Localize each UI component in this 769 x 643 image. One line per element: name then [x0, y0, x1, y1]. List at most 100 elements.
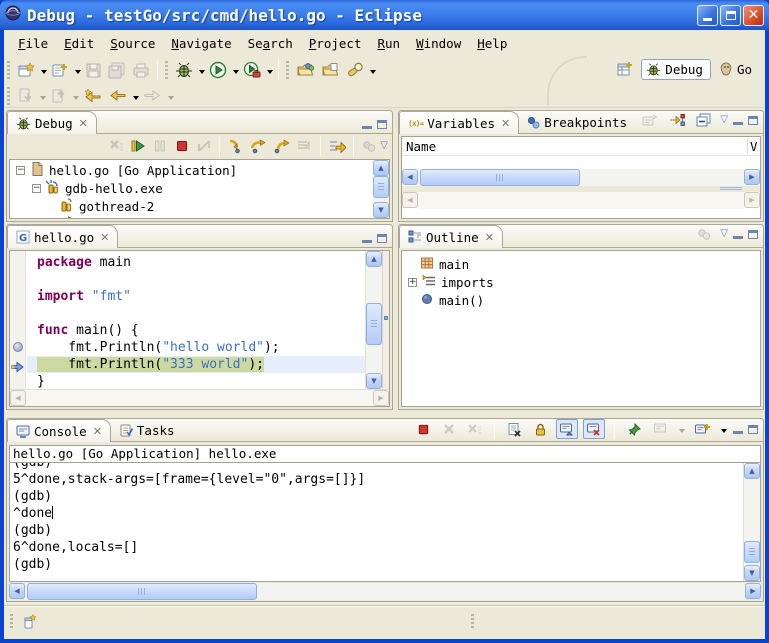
search-dropdown[interactable] — [370, 70, 376, 77]
menu-search[interactable]: Search — [240, 33, 301, 54]
use-step-filters-button[interactable] — [325, 135, 349, 157]
fast-view-button[interactable] — [19, 610, 41, 632]
code-line[interactable]: package main — [27, 254, 365, 271]
show-stderr-button[interactable] — [583, 419, 605, 439]
forward-button[interactable] — [140, 85, 165, 107]
maximize-view-icon[interactable] — [377, 120, 387, 129]
back-dropdown[interactable] — [133, 96, 139, 103]
maximize-view-icon[interactable] — [377, 234, 387, 243]
tree-expander-icon[interactable]: − — [32, 184, 41, 193]
remove-all-terminated-button[interactable] — [464, 419, 485, 439]
editor-gutter[interactable] — [10, 251, 26, 389]
scroll-left-icon[interactable]: ◀ — [9, 583, 25, 599]
last-edit-location-button[interactable] — [80, 85, 105, 107]
maximize-view-icon[interactable] — [748, 230, 758, 239]
column-value[interactable]: V — [747, 139, 760, 154]
close-tab-icon[interactable]: ✕ — [79, 117, 88, 130]
outline-item[interactable]: +imports — [402, 273, 760, 291]
menu-window[interactable]: Window — [408, 33, 469, 54]
scroll-thumb[interactable] — [27, 583, 257, 600]
tab-tasks[interactable]: Tasks — [111, 419, 183, 441]
menu-run[interactable]: Run — [369, 33, 408, 54]
next-annotation-dropdown[interactable] — [40, 96, 46, 103]
remove-all-terminated-button[interactable] — [105, 135, 127, 157]
close-tab-icon[interactable]: ✕ — [485, 231, 494, 244]
minimize-view-icon[interactable] — [733, 236, 743, 239]
outline-filters-button[interactable] — [693, 225, 715, 243]
menu-navigate[interactable]: Navigate — [163, 33, 239, 54]
tab-hello-go[interactable]: G hello.go ✕ — [7, 225, 118, 248]
new-element-dropdown[interactable] — [75, 70, 81, 77]
tree-expander-icon[interactable]: − — [16, 166, 25, 175]
menu-help[interactable]: Help — [469, 33, 515, 54]
console-line[interactable]: 6^done,locals=[] — [13, 539, 740, 556]
run-button[interactable] — [206, 59, 230, 81]
save-button[interactable] — [82, 59, 105, 81]
perspective-tab-go[interactable]: Go — [715, 60, 759, 79]
pin-console-button[interactable] — [624, 419, 645, 439]
toolbar-drag-handle[interactable] — [7, 61, 10, 79]
open-perspective-button[interactable] — [613, 58, 637, 80]
tab-outline[interactable]: Outline ✕ — [399, 225, 503, 248]
detail-pane-scrollbar[interactable]: ◀ ▶ — [402, 192, 760, 209]
open-console-dropdown[interactable] — [721, 429, 727, 436]
outline-item[interactable]: main — [402, 255, 760, 273]
minimize-view-icon[interactable] — [733, 431, 743, 434]
outline-item[interactable]: main() — [402, 291, 760, 309]
statusbar-drag-handle[interactable] — [10, 614, 13, 629]
menu-edit[interactable]: Edit — [56, 33, 102, 54]
step-return-button[interactable] — [270, 135, 293, 157]
toolbar-drag-handle[interactable] — [165, 61, 168, 79]
code-line[interactable] — [27, 305, 365, 322]
debug-button[interactable] — [172, 59, 196, 81]
show-type-names-button[interactable] — [639, 111, 661, 129]
print-button[interactable] — [129, 59, 153, 81]
variables-horizontal-scrollbar[interactable]: ◀ ▶ — [402, 169, 760, 186]
column-name[interactable]: Name — [402, 139, 747, 154]
code-line[interactable] — [27, 271, 365, 288]
debug-tree-item[interactable]: gothread-2 — [10, 197, 372, 215]
show-logical-structures-button[interactable] — [666, 111, 688, 129]
toolbar-drag-handle[interactable] — [286, 61, 289, 79]
minimize-view-icon[interactable] — [362, 240, 372, 243]
external-tools-dropdown[interactable] — [267, 70, 273, 77]
open-resource-button[interactable] — [318, 59, 343, 81]
minimize-view-icon[interactable] — [733, 122, 743, 125]
tab-console[interactable]: Console ✕ — [7, 419, 111, 442]
collapse-all-button[interactable] — [693, 111, 715, 129]
code-line[interactable]: } — [27, 373, 365, 389]
console-terminate-button[interactable] — [413, 419, 434, 439]
open-artifact-button[interactable] — [293, 59, 318, 81]
overview-ruler[interactable] — [382, 251, 389, 389]
step-over-button[interactable] — [247, 135, 270, 157]
new-wizard-dropdown[interactable] — [41, 70, 47, 77]
scroll-down-icon[interactable]: ▼ — [366, 373, 382, 389]
run-dropdown[interactable] — [233, 70, 239, 77]
code-line[interactable]: import "fmt" — [27, 288, 365, 305]
code-line[interactable]: fmt.Println("hello world"); — [27, 339, 365, 356]
new-element-button[interactable] — [48, 59, 72, 81]
step-into-button[interactable] — [224, 135, 247, 157]
scroll-down-icon[interactable]: ▼ — [373, 202, 389, 218]
instruction-pointer-icon[interactable] — [11, 358, 24, 377]
scroll-thumb[interactable] — [744, 541, 760, 563]
scroll-right-icon[interactable]: ▶ — [744, 169, 760, 185]
console-line[interactable]: (gdb) — [13, 522, 740, 539]
debug-tree-item[interactable] — [10, 215, 372, 218]
filters-button[interactable] — [358, 135, 380, 157]
scroll-up-icon[interactable]: ▲ — [744, 463, 760, 479]
editor-horizontal-scrollbar[interactable]: ◀ ▶ — [10, 389, 389, 406]
code-area[interactable]: package mainimport "fmt"func main() { fm… — [27, 251, 365, 389]
code-line[interactable]: fmt.Println("333 world"); — [27, 356, 365, 373]
console-vertical-scrollbar[interactable]: ▲ ▼ — [743, 463, 760, 581]
console-line[interactable]: ^done — [13, 505, 740, 522]
scroll-left-icon[interactable]: ◀ — [402, 169, 418, 185]
maximize-view-icon[interactable] — [748, 116, 758, 125]
menu-file[interactable]: File — [10, 33, 56, 54]
new-wizard-button[interactable] — [14, 59, 38, 81]
console-output[interactable]: (gdb)5^done,stack-args=[frame={level="0"… — [9, 462, 761, 582]
close-tab-icon[interactable]: ✕ — [93, 425, 102, 438]
close-button[interactable]: ✕ — [743, 5, 764, 26]
scroll-thumb[interactable] — [366, 303, 382, 345]
scroll-right-icon[interactable]: ▶ — [745, 583, 761, 599]
